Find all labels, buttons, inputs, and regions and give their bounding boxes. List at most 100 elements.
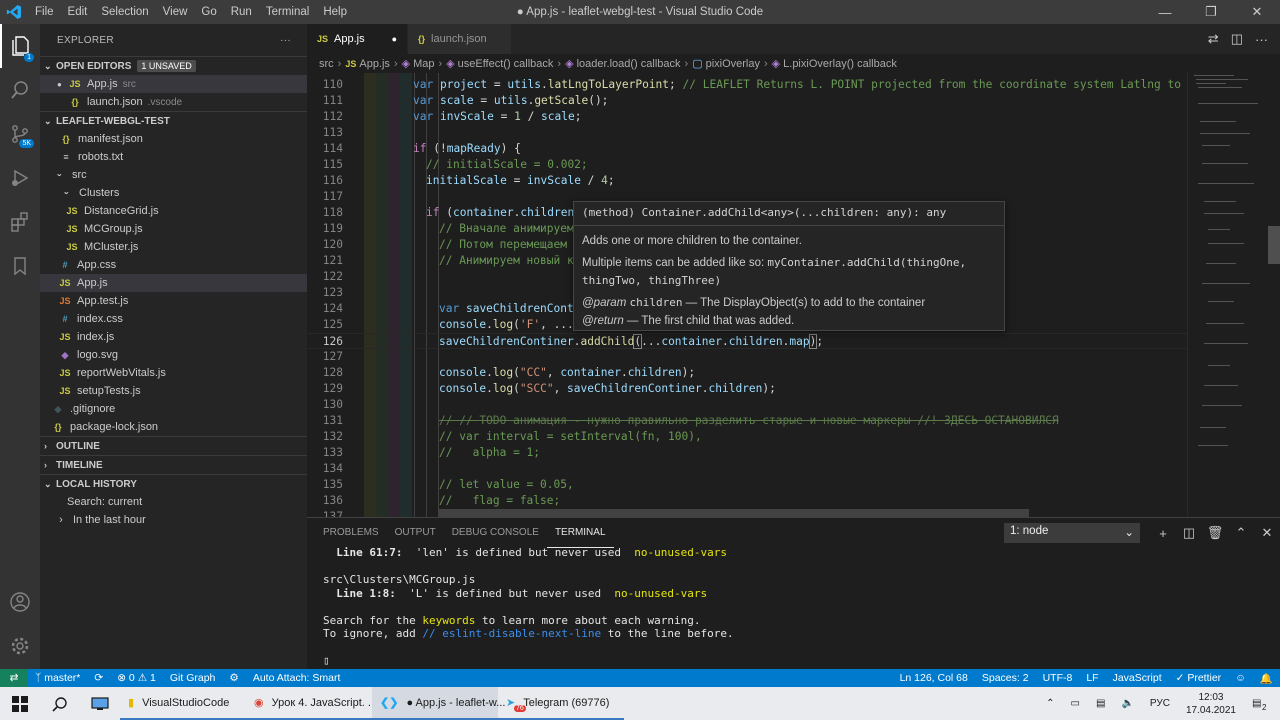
feedback-icon[interactable]: ☺: [1228, 672, 1253, 684]
settings-gear-icon[interactable]: [0, 624, 40, 668]
breadcrumb-item[interactable]: L.pixiOverlay() callback: [783, 58, 897, 70]
horizontal-scrollbar[interactable]: [439, 509, 1029, 517]
search-icon[interactable]: [0, 68, 40, 112]
trash-icon[interactable]: 🗑: [1202, 525, 1228, 541]
end-of-line[interactable]: LF: [1079, 672, 1105, 684]
menu-go[interactable]: Go: [194, 0, 223, 24]
task-view-icon[interactable]: [80, 687, 120, 720]
remote-icon[interactable]: ⇄: [0, 669, 28, 687]
branch-indicator[interactable]: ᛉ master*: [28, 672, 87, 684]
auto-attach-button[interactable]: Auto Attach: Smart: [246, 672, 348, 684]
open-editors-section[interactable]: ⌄ OPEN EDITORS 1 UNSAVED: [40, 56, 307, 75]
split-editor-icon[interactable]: ◫: [1231, 31, 1243, 47]
extensions-icon[interactable]: [0, 200, 40, 244]
file-item[interactable]: JS MCluster.js: [40, 238, 307, 256]
close-panel-icon[interactable]: ✕: [1254, 525, 1280, 541]
search-icon[interactable]: [40, 687, 80, 720]
file-item[interactable]: # index.css: [40, 310, 307, 328]
split-terminal-icon[interactable]: ◫: [1176, 525, 1202, 541]
file-item[interactable]: ◆ logo.svg: [40, 346, 307, 364]
more-actions-icon[interactable]: ···: [1255, 32, 1268, 47]
language-mode[interactable]: JavaScript: [1106, 672, 1169, 684]
sync-icon[interactable]: ⟳: [87, 672, 110, 684]
more-actions-icon[interactable]: ···: [280, 35, 291, 46]
file-item[interactable]: JS App.js: [40, 274, 307, 292]
file-item[interactable]: JS DistanceGrid.js: [40, 202, 307, 220]
file-item[interactable]: JS App.test.js: [40, 292, 307, 310]
local-history-section[interactable]: ⌄ LOCAL HISTORY: [40, 474, 307, 493]
breadcrumb-item[interactable]: App.js: [359, 58, 390, 70]
file-item[interactable]: JS index.js: [40, 328, 307, 346]
tab-debug-console[interactable]: DEBUG CONSOLE: [444, 518, 547, 548]
clock[interactable]: 12:03 17.04.2021: [1178, 687, 1244, 720]
file-item[interactable]: ◆ .gitignore: [40, 400, 307, 418]
battery-icon[interactable]: ▭: [1063, 687, 1088, 720]
breadcrumb-item[interactable]: pixiOverlay: [706, 58, 760, 70]
input-language[interactable]: РУС: [1142, 687, 1178, 720]
problems-indicator[interactable]: ⊗ 0 ⚠ 1: [110, 672, 163, 684]
file-item[interactable]: # App.css: [40, 256, 307, 274]
vertical-scrollbar-thumb[interactable]: [1268, 226, 1280, 264]
menu-run[interactable]: Run: [224, 0, 259, 24]
open-editor-item[interactable]: ● JS App.js src: [40, 75, 307, 93]
prettier-status[interactable]: ✓ Prettier: [1169, 672, 1229, 684]
menu-help[interactable]: Help: [316, 0, 354, 24]
tab-launch-json[interactable]: {} launch.json: [408, 24, 512, 54]
project-section[interactable]: ⌄ LEAFLET-WEBGL-TEST: [40, 111, 307, 130]
bookmark-icon[interactable]: [0, 244, 40, 288]
volume-icon[interactable]: 🔈: [1113, 687, 1141, 720]
minimap[interactable]: [1187, 73, 1267, 517]
folder-item[interactable]: › src: [40, 166, 307, 184]
explorer-icon[interactable]: 1: [0, 24, 40, 68]
open-changes-icon[interactable]: ⇄: [1208, 31, 1219, 47]
encoding[interactable]: UTF-8: [1036, 672, 1080, 684]
minimize-icon[interactable]: —: [1142, 0, 1188, 24]
menu-file[interactable]: File: [28, 0, 61, 24]
taskbar-app-explorer[interactable]: ▮ VisualStudioCode: [120, 687, 246, 720]
breadcrumb-item[interactable]: src: [319, 58, 334, 70]
file-item[interactable]: JS setupTests.js: [40, 382, 307, 400]
breadcrumb-item[interactable]: Map: [413, 58, 434, 70]
menu-edit[interactable]: Edit: [61, 0, 95, 24]
taskbar-app-chrome[interactable]: ◉ Урок 4. JavaScript. ...: [246, 687, 377, 720]
source-control-icon[interactable]: 5K: [0, 112, 40, 156]
windows-start-icon[interactable]: [0, 687, 40, 720]
dirty-dot-icon[interactable]: ●: [392, 34, 397, 44]
chevron-up-icon[interactable]: ⌃: [1038, 687, 1062, 720]
terminal-output[interactable]: Line 61:7: 'len' is defined but never us…: [323, 546, 734, 668]
tab-problems[interactable]: PROBLEMS: [315, 518, 387, 548]
open-editor-item[interactable]: {} launch.json .vscode: [40, 93, 307, 111]
breadcrumb-item[interactable]: useEffect() callback: [458, 58, 554, 70]
account-icon[interactable]: [0, 580, 40, 624]
history-item[interactable]: › In the last hour: [40, 511, 307, 529]
file-item[interactable]: {} package-lock.json: [40, 418, 307, 436]
breadcrumb-item[interactable]: loader.load() callback: [577, 58, 681, 70]
file-item[interactable]: JS MCGroup.js: [40, 220, 307, 238]
taskbar-app-telegram[interactable]: ➤ 76 Telegram (69776): [498, 687, 624, 720]
indentation[interactable]: Spaces: 2: [975, 672, 1036, 684]
file-item[interactable]: JS reportWebVitals.js: [40, 364, 307, 382]
timeline-section[interactable]: › TIMELINE: [40, 455, 307, 474]
debug-icon[interactable]: ⚙: [222, 672, 245, 684]
file-item[interactable]: {} manifest.json: [40, 130, 307, 148]
tab-terminal[interactable]: TERMINAL: [546, 518, 614, 548]
file-item[interactable]: ≡ robots.txt: [40, 148, 307, 166]
menu-terminal[interactable]: Terminal: [259, 0, 316, 24]
restore-icon[interactable]: ❐: [1188, 0, 1234, 24]
tab-app-js[interactable]: JS App.js ●: [307, 24, 408, 54]
git-graph-button[interactable]: Git Graph: [163, 672, 223, 684]
tab-output[interactable]: OUTPUT: [387, 518, 444, 548]
notifications-bell-icon[interactable]: 🔔: [1253, 672, 1280, 685]
chevron-up-icon[interactable]: ⌃: [1228, 525, 1254, 541]
outline-section[interactable]: › OUTLINE: [40, 436, 307, 455]
cursor-position[interactable]: Ln 126, Col 68: [893, 672, 975, 684]
network-icon[interactable]: ▤: [1088, 687, 1113, 720]
taskbar-app-vscode[interactable]: ❮❯ ● App.js - leaflet-w...: [372, 687, 505, 720]
notifications-icon[interactable]: ▤ 2: [1244, 687, 1280, 720]
menu-selection[interactable]: Selection: [94, 0, 155, 24]
terminal-select[interactable]: 1: node ⌄: [1004, 523, 1140, 543]
close-icon[interactable]: ✕: [1234, 0, 1280, 24]
new-terminal-icon[interactable]: +: [1150, 526, 1176, 541]
run-debug-icon[interactable]: [0, 156, 40, 200]
history-item[interactable]: Search: current: [40, 493, 307, 511]
